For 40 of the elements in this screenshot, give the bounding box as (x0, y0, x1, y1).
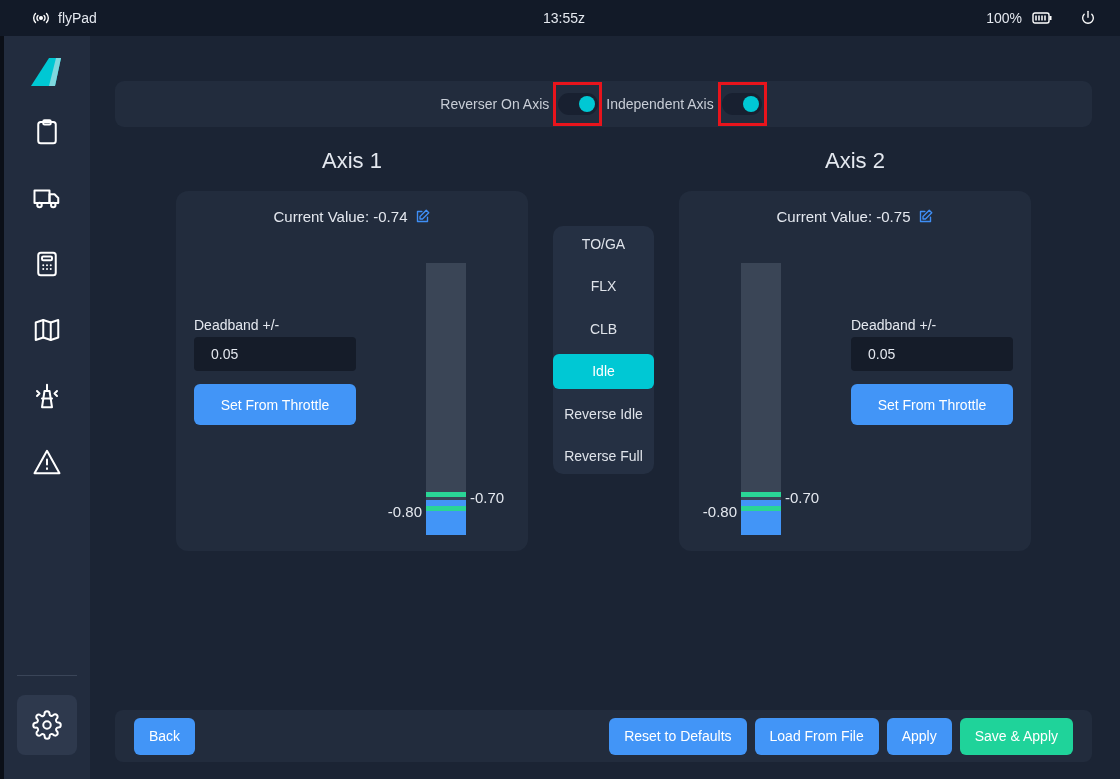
marker-value: -0.70 (785, 489, 820, 507)
toggle-switch[interactable] (557, 93, 598, 115)
settings-icon (32, 710, 62, 740)
footer-button[interactable]: Save & Apply (959, 717, 1073, 755)
toggle-switch[interactable] (722, 93, 763, 115)
clock: 13:55z (543, 10, 586, 26)
set-from-throttle-button[interactable]: Set From Throttle (194, 384, 356, 425)
footer-button[interactable]: Load From File (754, 717, 879, 755)
edit-icon[interactable] (918, 208, 934, 224)
detent-option[interactable]: Reverse Idle (553, 396, 654, 432)
marker-value: -0.70 (470, 489, 505, 507)
marker-value: -0.80 (387, 502, 422, 520)
footer-button[interactable]: Reset to Defaults (609, 717, 747, 755)
toggle-label: Reverser On Axis (440, 96, 550, 112)
set-from-throttle-button[interactable]: Set From Throttle (851, 384, 1013, 425)
power-icon[interactable] (1080, 10, 1096, 26)
battery-percent: 100% (986, 10, 1022, 26)
footer-button[interactable]: Back (134, 717, 196, 755)
settings-button[interactable] (17, 695, 77, 755)
deadband-label: Deadband +/- (851, 317, 938, 333)
detent-option[interactable]: TO/GA (553, 226, 654, 261)
deadband-input[interactable]: 0.05 (194, 337, 356, 371)
battery-icon (1032, 12, 1052, 24)
deadband-label: Deadband +/- (194, 317, 281, 333)
toggle-label: Independent Axis (606, 96, 714, 112)
current-value: Current Value: -0.74 (273, 207, 408, 225)
warning-icon (32, 447, 62, 477)
axis-title: Axis 2 (825, 148, 885, 175)
edit-icon[interactable] (415, 208, 431, 224)
marker-value: -0.80 (702, 502, 737, 520)
detent-option[interactable]: CLB (553, 311, 654, 347)
deadband-input[interactable]: 0.05 (851, 337, 1013, 371)
axis-title: Axis 1 (322, 148, 382, 175)
footer-button[interactable]: Apply (886, 717, 952, 755)
wireless-icon (32, 12, 50, 24)
detent-option[interactable]: FLX (553, 268, 654, 304)
detent-option[interactable]: Reverse Full (553, 438, 654, 474)
current-value: Current Value: -0.75 (776, 207, 911, 225)
detent-option[interactable]: Idle (553, 353, 654, 389)
app-name: flyPad (58, 10, 97, 26)
